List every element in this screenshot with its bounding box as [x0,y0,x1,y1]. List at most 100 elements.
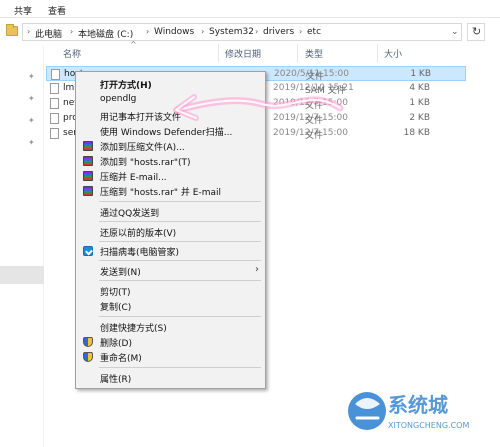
file-size: 1 KB [410,69,431,79]
menu-item-label: 用记事本打开该文件 [100,113,182,123]
tab-share[interactable]: 共享 [14,4,32,17]
chevron-down-icon[interactable]: ⌄ [451,27,459,37]
menu-item-rename[interactable]: 重命名(M) [77,350,264,365]
navigation-pane: ✦ ✦ ✦ ✦ [0,46,44,447]
menu-item-create-shortcut[interactable]: 创建快捷方式(S) [77,320,264,335]
menu-item-send-qq[interactable]: 通过QQ发送到 [77,205,264,220]
menu-item-send-to[interactable]: 发送到(N) › [77,264,264,279]
context-menu: 打开方式(H) opendlg 用记事本打开该文件 使用 Windows Def… [75,71,266,389]
menu-item-add-archive[interactable]: 添加到压缩文件(A)... [77,139,264,154]
winrar-icon [83,156,93,166]
menu-item-label: 添加到压缩文件(A)... [100,143,185,153]
column-divider[interactable] [218,44,219,62]
ribbon: 共享 查看 [0,0,500,18]
menu-separator [99,280,261,281]
file-type: 文件 [305,101,324,111]
file-icon [50,83,59,94]
column-divider[interactable] [377,44,378,62]
menu-separator [99,367,261,368]
menu-separator [99,241,261,242]
column-divider[interactable] [297,44,298,62]
menu-separator [99,260,261,261]
menu-item-compress-rar-email[interactable]: 压缩到 "hosts.rar" 并 E-mail [77,184,264,199]
chevron-right-icon: › [146,27,150,36]
pin-icon[interactable]: ✦ [28,72,35,81]
menu-item-open-notepad[interactable]: 用记事本打开该文件 [77,109,264,124]
file-type: 文件 [305,116,324,126]
chevron-right-icon: › [27,27,31,36]
file-size: 2 KB [409,113,430,123]
chevron-right-icon: › [70,27,74,36]
menu-item-label: opendlg [100,94,137,104]
refresh-icon: ↻ [472,25,482,38]
file-icon [51,69,60,80]
breadcrumb-etc[interactable]: etc [307,27,321,37]
menu-item-opendlg[interactable]: opendlg [77,93,264,108]
menu-item-properties[interactable]: 属性(R) [77,371,264,386]
file-type: 文件 [305,131,324,141]
watermark-logo-icon [348,392,386,430]
menu-item-label: 重命名(M) [100,354,142,364]
winrar-icon [83,186,93,196]
sort-up-icon: ^ [130,40,137,49]
uac-shield-icon [83,352,93,362]
chevron-right-icon: › [255,27,259,36]
menu-item-label: 压缩并 E-mail... [100,173,167,183]
menu-separator [99,221,261,222]
menu-item-label: 删除(D) [100,339,132,349]
file-size: 18 KB [403,128,430,138]
menu-item-label: 属性(R) [100,375,132,385]
menu-item-delete[interactable]: 删除(D) [77,335,264,350]
menu-item-restore[interactable]: 还原以前的版本(V) [77,225,264,240]
menu-item-label: 压缩到 "hosts.rar" 并 E-mail [100,188,221,198]
menu-item-open-with[interactable]: 打开方式(H) [77,77,264,92]
breadcrumb-local-disk[interactable]: 本地磁盘 (C:) [78,27,133,40]
tencent-pc-manager-icon [83,246,93,256]
menu-item-label: 发送到(N) [100,268,141,278]
address-bar: › 此电脑 › 本地磁盘 (C:) › Windows › System32 ›… [0,18,500,46]
menu-separator [99,316,261,317]
breadcrumb-windows[interactable]: Windows [154,27,194,37]
menu-item-label: 通过QQ发送到 [100,209,160,219]
menu-item-defender-scan[interactable]: 使用 Windows Defender扫描... [77,124,264,139]
menu-item-label: 使用 Windows Defender扫描... [100,128,233,138]
menu-item-label: 剪切(T) [100,288,131,298]
column-header-name[interactable]: 名称 [63,47,81,60]
menu-item-label: 复制(C) [100,303,132,313]
tab-view[interactable]: 查看 [48,4,66,17]
uac-shield-icon [83,337,93,347]
watermark-url: XITONGCHENG.COM [388,421,469,430]
menu-item-label: 还原以前的版本(V) [100,229,177,239]
watermark-brand: 系统城 [388,393,448,417]
submenu-arrow-icon: › [255,264,259,275]
pin-icon[interactable]: ✦ [28,94,35,103]
pin-icon[interactable]: ✦ [28,116,35,125]
file-icon [50,113,59,124]
pin-icon[interactable]: ✦ [28,138,35,147]
menu-item-copy[interactable]: 复制(C) [77,299,264,314]
breadcrumb-this-pc[interactable]: 此电脑 [35,27,62,40]
menu-item-compress-email[interactable]: 压缩并 E-mail... [77,169,264,184]
refresh-button[interactable]: ↻ [467,23,485,41]
chevron-right-icon: › [201,27,205,36]
menu-item-scan-virus[interactable]: 扫描病毒(电脑管家) [77,244,264,259]
file-icon [50,128,59,139]
breadcrumb-drivers[interactable]: drivers [263,27,294,37]
menu-item-add-hosts-rar[interactable]: 添加到 "hosts.rar"(T) [77,154,264,169]
menu-item-label: 扫描病毒(电脑管家) [100,248,180,258]
file-size: 4 KB [409,83,430,93]
file-icon [50,98,59,109]
menu-item-cut[interactable]: 剪切(T) [77,284,264,299]
column-header-size[interactable]: 大小 [384,47,402,60]
winrar-icon [83,141,93,151]
breadcrumb-system32[interactable]: System32 [209,27,254,37]
column-header-date[interactable]: 修改日期 [225,47,261,60]
folder-icon [6,24,18,36]
chevron-right-icon: › [299,27,303,36]
menu-item-label: 创建快捷方式(S) [100,324,167,334]
menu-item-label: 打开方式(H) [100,81,152,91]
address-input[interactable]: › 此电脑 › 本地磁盘 (C:) › Windows › System32 ›… [22,23,462,41]
column-header-type[interactable]: 类型 [305,47,323,60]
nav-selected-item[interactable] [0,266,44,284]
menu-separator [99,201,261,202]
